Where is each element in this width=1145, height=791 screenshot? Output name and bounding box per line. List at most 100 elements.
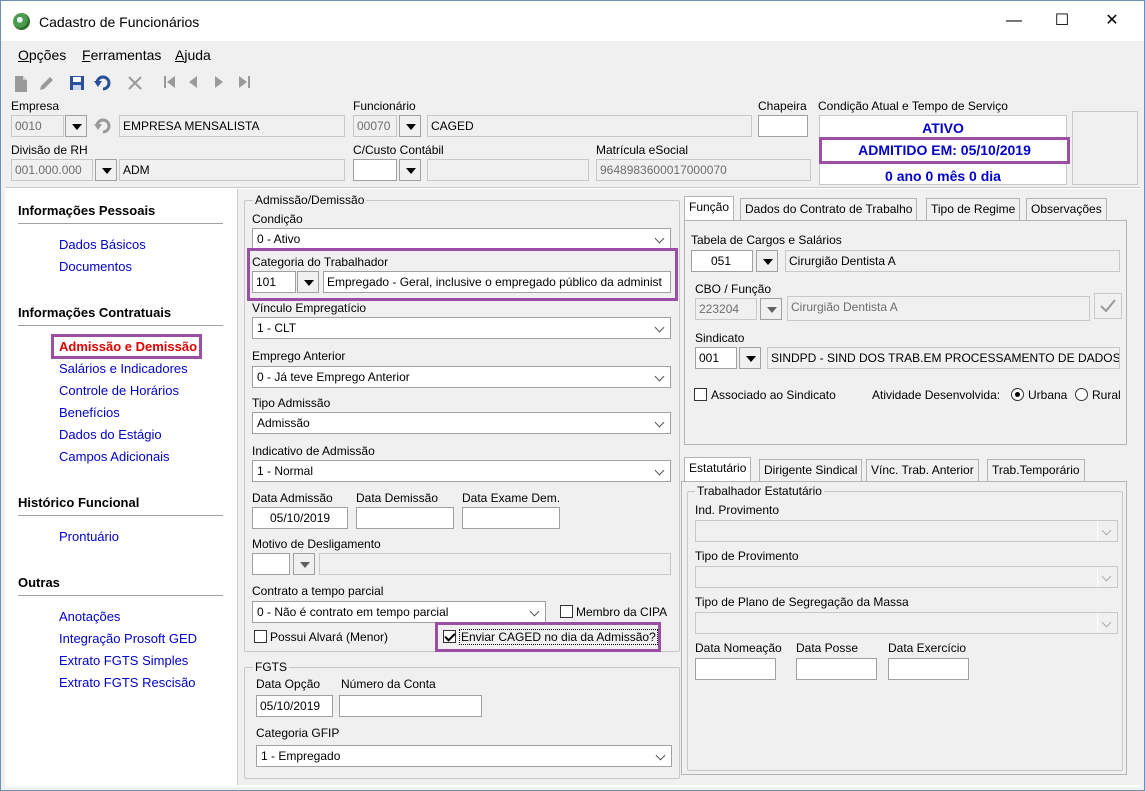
- tabela-code-field[interactable]: 051: [691, 250, 753, 272]
- edit-pencil-icon[interactable]: [37, 75, 55, 93]
- chapeira-field[interactable]: [758, 115, 808, 137]
- tab-estatutario[interactable]: Estatutário: [684, 457, 752, 481]
- indicativo-admissao-value: 1 - Normal: [257, 464, 314, 478]
- empresa-dropdown-button[interactable]: [65, 115, 87, 137]
- divisao-code-field[interactable]: 001.000.000: [11, 159, 93, 181]
- motivo-dropdown-button[interactable]: [293, 553, 315, 575]
- tab-vinc-trab-anterior[interactable]: Vínc. Trab. Anterior: [866, 459, 979, 481]
- sidebar-item-extrato-fgts-simples[interactable]: Extrato FGTS Simples: [59, 653, 188, 668]
- possui-alvara-checkbox[interactable]: [254, 630, 267, 643]
- divisao-dropdown-button[interactable]: [95, 159, 117, 181]
- data-admissao-label: Data Admissão: [252, 491, 333, 505]
- data-admissao-field[interactable]: 05/10/2019: [252, 507, 348, 529]
- enviar-caged-checkbox[interactable]: [443, 630, 456, 643]
- emprego-anterior-select[interactable]: 0 - Já teve Emprego Anterior: [252, 366, 671, 388]
- undo-icon[interactable]: [94, 75, 112, 93]
- tipo-admissao-select[interactable]: Admissão: [252, 412, 671, 434]
- menu-opcoes-label: pções: [28, 47, 67, 63]
- title-bar: Cadastro de Funcionários — ☐ ✕: [1, 1, 1144, 41]
- sidebar-item-admissao-demissao[interactable]: Admissão e Demissão: [59, 339, 197, 354]
- cbo-dropdown-button[interactable]: [760, 298, 782, 320]
- delete-x-icon[interactable]: [126, 75, 144, 93]
- rural-radio[interactable]: [1075, 388, 1088, 401]
- sidebar-item-prontuario[interactable]: Prontuário: [59, 529, 119, 544]
- categoria-code-field[interactable]: 101: [252, 271, 296, 293]
- menu-ferramentas[interactable]: Ferramentas: [82, 47, 161, 63]
- sidebar-item-campos-adicionais[interactable]: Campos Adicionais: [59, 449, 170, 464]
- cbo-confirm-button[interactable]: [1094, 293, 1122, 319]
- condicao-select[interactable]: 0 - Ativo: [252, 228, 671, 250]
- categoria-dropdown-button[interactable]: [297, 271, 319, 293]
- custo-code-field[interactable]: [353, 159, 397, 181]
- tab-trab-temporario[interactable]: Trab.Temporário: [987, 459, 1085, 481]
- sidebar-item-extrato-fgts-rescisao[interactable]: Extrato FGTS Rescisão: [59, 675, 196, 690]
- admitido-em-highlight: ADMITIDO EM: 05/10/2019: [819, 137, 1070, 164]
- tabela-dropdown-button[interactable]: [756, 250, 778, 272]
- tempo-servico: 0 ano 0 mês 0 dia: [885, 168, 1001, 184]
- contrato-parcial-select[interactable]: 0 - Não é contrato em tempo parcial: [252, 601, 546, 623]
- divisao-name-field: ADM: [119, 159, 345, 181]
- tab-dados-contrato[interactable]: Dados do Contrato de Trabalho: [740, 198, 918, 220]
- check-icon: [1100, 299, 1116, 313]
- app-icon: [13, 13, 30, 30]
- vinculo-select[interactable]: 1 - CLT: [252, 317, 671, 339]
- data-exame-dem-field[interactable]: [462, 507, 560, 529]
- tab-observacoes[interactable]: Observações: [1026, 198, 1107, 220]
- last-record-icon[interactable]: [235, 75, 253, 93]
- sidebar-item-integracao-ged[interactable]: Integração Prosoft GED: [59, 631, 197, 646]
- tab-tipo-regime[interactable]: Tipo de Regime: [926, 198, 1021, 220]
- cbo-code-field[interactable]: 223204: [695, 298, 757, 320]
- tab-dirigente-sindical[interactable]: Dirigente Sindical: [759, 459, 863, 481]
- chapeira-label: Chapeira: [758, 99, 807, 113]
- data-demissao-field[interactable]: [356, 507, 454, 529]
- funcionario-code-field[interactable]: 00070: [353, 115, 397, 137]
- ind-provimento-select[interactable]: [695, 520, 1118, 542]
- next-record-icon[interactable]: [209, 75, 227, 93]
- tipo-plano-select[interactable]: [695, 612, 1118, 634]
- categoria-gfip-select[interactable]: 1 - Empregado: [256, 745, 672, 767]
- sidebar-item-documentos[interactable]: Documentos: [59, 259, 132, 274]
- categoria-gfip-label: Categoria GFIP: [256, 726, 340, 740]
- data-nomeacao-field[interactable]: [695, 658, 776, 680]
- maximize-button[interactable]: ☐: [1039, 5, 1085, 37]
- tab-funcao[interactable]: Função: [684, 196, 735, 220]
- numero-conta-label: Número da Conta: [341, 677, 436, 691]
- tipo-provimento-select[interactable]: [695, 566, 1118, 588]
- photo-placeholder[interactable]: [1072, 111, 1138, 185]
- membro-cipa-checkbox[interactable]: [560, 605, 573, 618]
- data-opcao-field[interactable]: 05/10/2019: [256, 695, 333, 717]
- menu-ajuda[interactable]: Ajuda: [175, 47, 211, 63]
- associado-sindicato-checkbox[interactable]: [694, 388, 707, 401]
- menu-ferramentas-label: erramentas: [90, 47, 162, 63]
- sidebar-item-dados-estagio[interactable]: Dados do Estágio: [59, 427, 162, 442]
- menu-opcoes[interactable]: Opções: [18, 47, 66, 63]
- urbana-radio[interactable]: [1011, 388, 1024, 401]
- sindicato-dropdown-button[interactable]: [739, 347, 761, 369]
- sidebar-item-controle-horarios[interactable]: Controle de Horários: [59, 383, 179, 398]
- empresa-code-field[interactable]: 0010: [11, 115, 64, 137]
- chevron-down-icon: [650, 318, 670, 338]
- custo-dropdown-button[interactable]: [399, 159, 421, 181]
- vinculo-value: 1 - CLT: [257, 321, 297, 335]
- data-posse-field[interactable]: [796, 658, 877, 680]
- sidebar-item-anotacoes[interactable]: Anotações: [59, 609, 120, 624]
- matricula-esocial-field: 9648983600017000070: [596, 159, 811, 181]
- minimize-button[interactable]: —: [991, 5, 1037, 37]
- save-icon[interactable]: [68, 75, 86, 93]
- refresh-icon[interactable]: [93, 117, 117, 135]
- data-exercicio-field[interactable]: [888, 658, 969, 680]
- new-document-icon[interactable]: [12, 75, 30, 93]
- previous-record-icon[interactable]: [185, 75, 203, 93]
- motivo-code-field[interactable]: [252, 553, 290, 575]
- sidebar-item-beneficios[interactable]: Benefícios: [59, 405, 120, 420]
- close-button[interactable]: ✕: [1089, 5, 1135, 37]
- menu-bar: Opções Ferramentas Ajuda: [1, 41, 1144, 69]
- indicativo-admissao-select[interactable]: 1 - Normal: [252, 460, 671, 482]
- chevron-down-icon: [1097, 521, 1117, 541]
- sidebar-item-dados-basicos[interactable]: Dados Básicos: [59, 237, 146, 252]
- sidebar-item-salarios-indicadores[interactable]: Salários e Indicadores: [59, 361, 188, 376]
- sindicato-code-field[interactable]: 001: [695, 347, 737, 369]
- funcionario-dropdown-button[interactable]: [399, 115, 421, 137]
- numero-conta-field[interactable]: [339, 695, 482, 717]
- first-record-icon[interactable]: [161, 75, 179, 93]
